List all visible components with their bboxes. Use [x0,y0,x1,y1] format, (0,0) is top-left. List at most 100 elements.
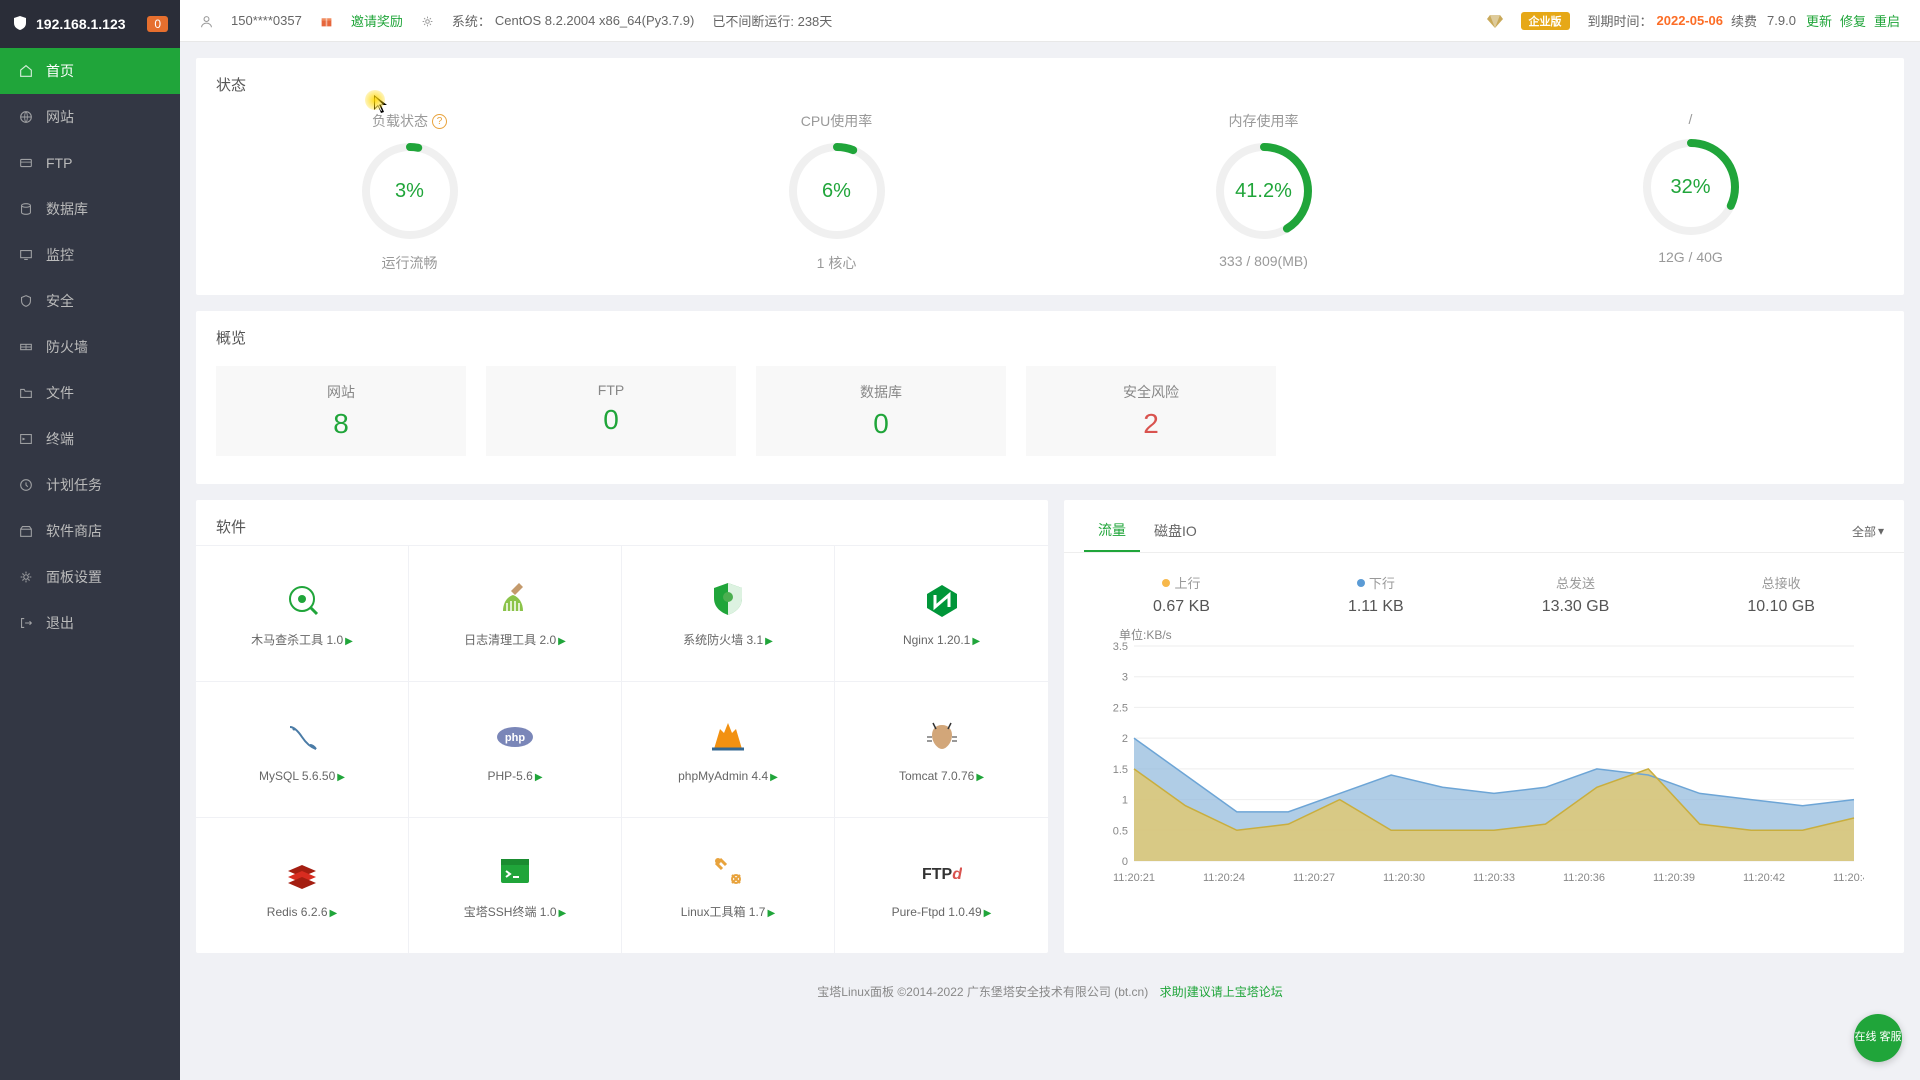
svg-text:1: 1 [1122,795,1128,807]
software-panel: 软件 木马查杀工具 1.0▶日志清理工具 2.0▶系统防火墙 3.1▶Nginx… [196,500,1048,953]
software-item-11[interactable]: FTPdPure-Ftpd 1.0.49▶ [835,817,1048,953]
tab-traffic[interactable]: 流量 [1084,510,1140,552]
scan-icon [282,579,322,619]
svg-text:11:20:24: 11:20:24 [1203,872,1245,884]
help-icon[interactable]: ? [432,114,447,129]
ssh-icon [495,851,535,891]
overview-panel: 概览 网站8FTP0数据库0安全风险2 [196,311,1904,484]
software-item-2[interactable]: 系统防火墙 3.1▶ [622,545,835,681]
play-icon: ▶ [558,636,566,647]
nginx-icon [922,581,962,621]
software-item-6[interactable]: phpMyAdmin 4.4▶ [622,681,835,817]
play-icon: ▶ [770,772,778,783]
play-icon: ▶ [765,636,773,647]
software-item-5[interactable]: phpPHP-5.6▶ [409,681,622,817]
chevron-down-icon: ▾ [1878,524,1884,538]
network-panel: 流量 磁盘IO 全部 ▾ 上行0.67 KB下行1.11 KB总发送13.30 … [1064,500,1904,953]
sidebar-item-0[interactable]: 首页 [0,48,180,94]
terminal-icon [18,430,34,448]
gauge-1[interactable]: CPU使用率6%1 核心 [785,111,889,273]
software-item-7[interactable]: Tomcat 7.0.76▶ [835,681,1048,817]
edition-badge[interactable]: 企业版 [1521,12,1570,30]
shield-icon [708,579,748,619]
redis-icon [282,853,322,893]
svg-text:0.5: 0.5 [1113,825,1128,837]
sidebar-item-label: 首页 [46,61,74,81]
overview-card-1[interactable]: FTP0 [486,366,736,456]
user-id: 150****0357 [231,13,302,28]
svg-text:11:20:39: 11:20:39 [1653,872,1695,884]
sidebar-item-label: 监控 [46,245,74,265]
expire-label: 到期时间： [1588,11,1653,30]
sidebar-item-11[interactable]: 面板设置 [0,554,180,600]
user-icon [200,13,213,28]
net-stat-3: 总接收10.10 GB [1747,573,1815,616]
overview-card-3[interactable]: 安全风险2 [1026,366,1276,456]
software-item-0[interactable]: 木马查杀工具 1.0▶ [196,545,409,681]
sidebar-item-label: 计划任务 [46,475,102,495]
sidebar-item-1[interactable]: 网站 [0,94,180,140]
server-ip: 192.168.1.123 [36,16,139,32]
overview-card-2[interactable]: 数据库0 [756,366,1006,456]
svg-text:11:20:42: 11:20:42 [1743,872,1785,884]
filter-select[interactable]: 全部 ▾ [1852,523,1884,540]
net-stat-0: 上行0.67 KB [1153,573,1210,616]
play-icon: ▶ [345,636,353,647]
update-button[interactable]: 更新 [1806,11,1832,30]
sidebar-item-8[interactable]: 终端 [0,416,180,462]
tools-icon [708,851,748,891]
footer-link[interactable]: 求助|建议请上宝塔论坛 [1160,985,1283,999]
gauge-0[interactable]: 负载状态?3%运行流畅 [358,111,462,273]
sidebar-item-5[interactable]: 安全 [0,278,180,324]
svg-text:11:20:33: 11:20:33 [1473,872,1515,884]
sidebar-item-10[interactable]: 软件商店 [0,508,180,554]
software-item-10[interactable]: Linux工具箱 1.7▶ [622,817,835,953]
svg-text:2.5: 2.5 [1113,702,1128,714]
software-item-9[interactable]: 宝塔SSH终端 1.0▶ [409,817,622,953]
invite-link[interactable]: 邀请奖励 [351,11,403,30]
sidebar-item-label: 数据库 [46,199,88,219]
topbar: 150****0357 邀请奖励 系统： CentOS 8.2.2004 x86… [180,0,1920,42]
sidebar-item-12[interactable]: 退出 [0,600,180,646]
software-item-4[interactable]: MySQL 5.6.50▶ [196,681,409,817]
sidebar-item-3[interactable]: 数据库 [0,186,180,232]
monitor-icon [18,246,34,264]
software-item-1[interactable]: 日志清理工具 2.0▶ [409,545,622,681]
tab-diskio[interactable]: 磁盘IO [1140,511,1211,551]
overview-title: 概览 [196,311,1904,356]
restart-button[interactable]: 重启 [1874,11,1900,30]
shield-icon [12,15,28,34]
overview-card-0[interactable]: 网站8 [216,366,466,456]
play-icon: ▶ [768,908,776,919]
repair-button[interactable]: 修复 [1840,11,1866,30]
software-item-8[interactable]: Redis 6.2.6▶ [196,817,409,953]
svg-text:2: 2 [1122,733,1128,745]
sidebar-item-7[interactable]: 文件 [0,370,180,416]
pma-icon [708,717,748,757]
notification-badge[interactable]: 0 [147,16,168,32]
sidebar-item-4[interactable]: 监控 [0,232,180,278]
gift-icon [320,13,333,28]
software-item-3[interactable]: Nginx 1.20.1▶ [835,545,1048,681]
svg-text:11:20:36: 11:20:36 [1563,872,1605,884]
sidebar-item-label: 防火墙 [46,337,88,357]
svg-text:FTPd: FTPd [922,866,962,883]
support-button[interactable]: 在线 客服 [1854,1014,1902,1062]
svg-text:3: 3 [1122,672,1128,684]
sidebar-item-label: 面板设置 [46,567,102,587]
tomcat-icon [922,717,962,757]
expire-date: 2022-05-06 [1657,13,1724,28]
play-icon: ▶ [972,636,980,647]
system-label: 系统： [452,11,491,30]
gauge-3[interactable]: /32%12G / 40G [1639,111,1743,273]
sidebar-item-label: 终端 [46,429,74,449]
gauge-2[interactable]: 内存使用率41.2%333 / 809(MB) [1212,111,1316,273]
renew-link[interactable]: 续费 [1731,11,1757,30]
home-icon [18,62,34,80]
sidebar-item-label: 文件 [46,383,74,403]
svg-text:0: 0 [1122,856,1128,868]
sidebar-item-6[interactable]: 防火墙 [0,324,180,370]
sidebar-item-2[interactable]: FTP [0,140,180,186]
sidebar-item-9[interactable]: 计划任务 [0,462,180,508]
dot-icon [1357,579,1365,587]
